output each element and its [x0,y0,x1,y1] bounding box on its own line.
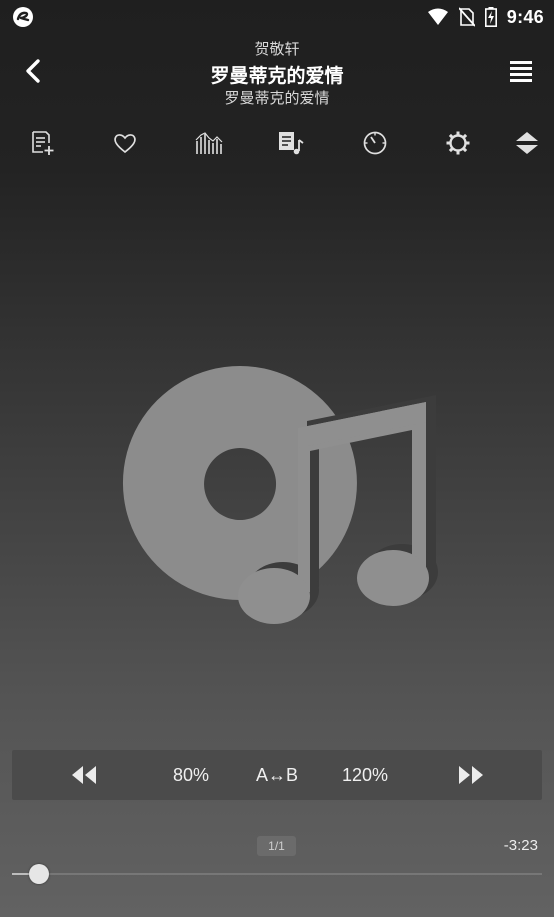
ab-repeat-button[interactable]: A↔B [244,750,310,800]
album-name[interactable]: 罗曼蒂克的爱情 [0,87,554,108]
equalizer-button[interactable] [194,128,224,158]
page-indicator: 1/1 [257,836,296,856]
action-toolbar [0,124,554,162]
sleep-timer-button[interactable] [360,128,390,158]
seek-bar[interactable] [12,862,542,886]
queue-button[interactable] [276,128,306,158]
favorite-button[interactable] [110,128,140,158]
now-playing-header: 贺敬轩 罗曼蒂克的爱情 罗曼蒂克的爱情 [0,34,554,116]
queue-music-icon [279,132,304,155]
app-logo-icon [13,7,33,27]
remaining-time: -3:23 [503,837,538,854]
artist-name[interactable]: 贺敬轩 [0,38,554,59]
status-time: 9:46 [506,6,544,27]
menu-button[interactable] [508,56,534,86]
album-art [122,366,438,624]
wifi-icon [427,8,448,25]
no-sim-icon [458,7,475,27]
ab-speed-panel: 80% A↔B 120% [12,750,542,800]
rewind-icon [72,766,96,784]
heart-icon [114,134,136,154]
rewind-button[interactable] [56,750,112,800]
speed-down-button[interactable]: 80% [160,750,222,800]
equalizer-icon [195,132,223,154]
add-to-playlist-button[interactable] [28,128,58,158]
timer-icon [363,131,387,155]
gear-icon [446,131,470,155]
seek-thumb[interactable] [28,864,49,884]
status-bar: 9:46 [0,0,554,34]
settings-button[interactable] [443,128,473,158]
fast-forward-button[interactable] [442,750,500,800]
playlist-add-icon [32,131,54,155]
seek-track [12,873,542,875]
fast-forward-icon [459,766,483,784]
up-down-arrows-icon [516,132,538,154]
expand-collapse-button[interactable] [512,128,542,158]
song-title: 罗曼蒂克的爱情 [210,66,344,87]
disc-music-note-icon [122,366,438,624]
battery-charging-icon [484,7,497,27]
speed-up-button[interactable]: 120% [330,750,400,800]
list-menu-icon [510,61,532,82]
